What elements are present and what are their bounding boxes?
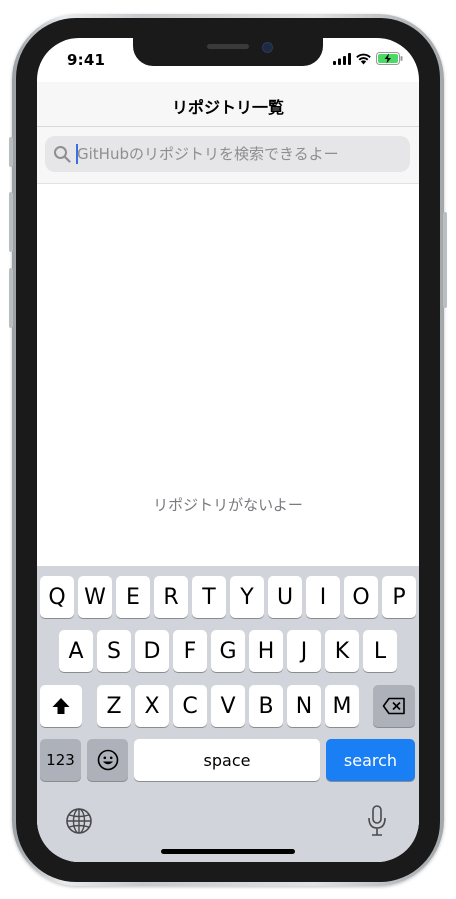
volume-up-button	[9, 192, 13, 252]
globe-icon[interactable]	[65, 807, 93, 835]
phone-screen: 9:41 リポジトリ一覧 GitHubのリポジトリを検索できるよー リポジトリが…	[37, 38, 419, 862]
navigation-bar: リポジトリ一覧	[37, 82, 419, 127]
key-e[interactable]: E	[116, 576, 150, 618]
power-button	[443, 212, 447, 308]
delete-key[interactable]	[373, 685, 415, 727]
key-g[interactable]: G	[211, 630, 245, 672]
empty-state-message: リポジトリがないよー	[153, 496, 303, 514]
key-i[interactable]: I	[306, 576, 340, 618]
key-d[interactable]: D	[135, 630, 169, 672]
mute-switch	[9, 137, 13, 167]
key-c[interactable]: C	[173, 685, 207, 727]
key-v[interactable]: V	[211, 685, 245, 727]
front-camera	[262, 42, 273, 53]
key-a[interactable]: A	[59, 630, 93, 672]
home-indicator	[161, 849, 295, 854]
key-s[interactable]: S	[97, 630, 131, 672]
key-t[interactable]: T	[192, 576, 226, 618]
key-r[interactable]: R	[154, 576, 188, 618]
key-y[interactable]: Y	[230, 576, 264, 618]
emoji-icon	[97, 749, 118, 771]
delete-icon	[382, 697, 405, 715]
numbers-key[interactable]: 123	[40, 739, 81, 781]
search-icon	[54, 146, 71, 163]
key-k[interactable]: K	[325, 630, 359, 672]
key-b[interactable]: B	[249, 685, 283, 727]
key-x[interactable]: X	[135, 685, 169, 727]
search-input[interactable]	[77, 136, 397, 172]
earpiece-speaker	[207, 44, 249, 49]
battery-charging-icon	[376, 52, 403, 65]
shift-icon	[52, 698, 70, 714]
key-n[interactable]: N	[287, 685, 321, 727]
wifi-icon	[356, 53, 371, 65]
space-key[interactable]: space	[134, 739, 320, 781]
key-j[interactable]: J	[287, 630, 321, 672]
search-key[interactable]: search	[326, 739, 415, 781]
key-l[interactable]: L	[363, 630, 397, 672]
status-time: 9:41	[67, 51, 106, 69]
volume-down-button	[9, 268, 13, 328]
key-z[interactable]: Z	[97, 685, 131, 727]
key-w[interactable]: W	[78, 576, 112, 618]
cellular-signal-icon	[333, 53, 351, 65]
key-o[interactable]: O	[344, 576, 378, 618]
page-title: リポジトリ一覧	[171, 98, 284, 117]
key-u[interactable]: U	[268, 576, 302, 618]
notch	[133, 38, 323, 66]
key-m[interactable]: M	[325, 685, 359, 727]
search-bar	[37, 127, 419, 184]
status-icons	[333, 52, 403, 66]
keyboard: Q W E R T Y U I O P A S D F G H J K L Z …	[37, 566, 419, 862]
emoji-key[interactable]	[87, 739, 128, 781]
shift-key[interactable]	[40, 685, 82, 727]
key-p[interactable]: P	[382, 576, 416, 618]
microphone-icon[interactable]	[367, 805, 387, 837]
search-field-container[interactable]	[45, 136, 410, 172]
key-f[interactable]: F	[173, 630, 207, 672]
key-h[interactable]: H	[249, 630, 283, 672]
key-q[interactable]: Q	[40, 576, 74, 618]
